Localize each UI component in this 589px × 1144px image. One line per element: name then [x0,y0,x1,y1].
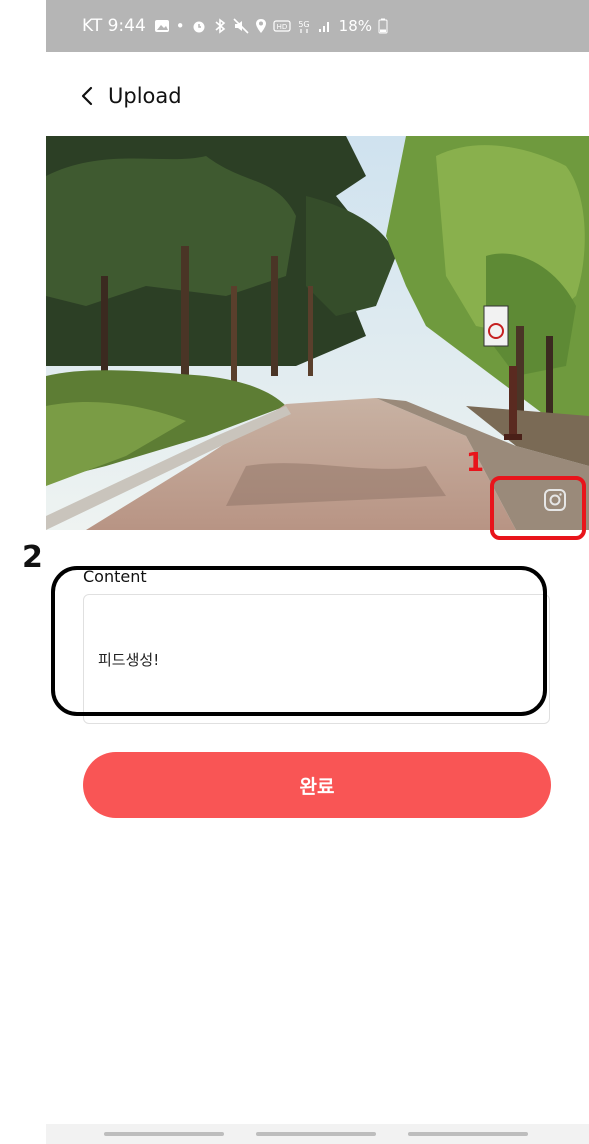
annotation-box-1 [490,476,586,540]
alarm-icon [193,21,205,33]
5g-icon: 5G [298,20,309,33]
annotation-label-2: 2 [22,540,43,575]
svg-text:5G: 5G [298,20,309,29]
signal-icon [318,22,329,32]
system-nav-bar [46,1124,589,1144]
bluetooth-icon [215,18,225,34]
status-icons: • HD 5G 18% [154,17,388,35]
status-bar: KT 9:44 • HD 5G 18% [46,0,589,52]
location-icon [255,19,266,33]
annotation-box-2 [51,566,547,716]
mute-icon [233,18,249,34]
gallery-icon [154,20,169,32]
nav-home-button[interactable] [256,1132,376,1136]
back-button[interactable] [76,82,98,110]
hd-icon: HD [273,20,291,32]
battery-percent: 18% [338,17,372,35]
annotation-label-1: 1 [466,448,485,478]
carrier-time: KT 9:44 [82,16,146,36]
dot-icon: • [175,17,185,35]
uploaded-photo[interactable] [46,136,589,530]
app-header: Upload [46,68,589,124]
page-title: Upload [108,84,182,108]
nav-recents-button[interactable] [104,1132,224,1136]
submit-button[interactable]: 완료 [83,752,551,818]
park-photo [46,136,589,530]
battery-icon [378,18,388,34]
svg-text:HD: HD [276,23,287,31]
chevron-left-icon [81,86,93,106]
nav-back-button[interactable] [408,1132,528,1136]
